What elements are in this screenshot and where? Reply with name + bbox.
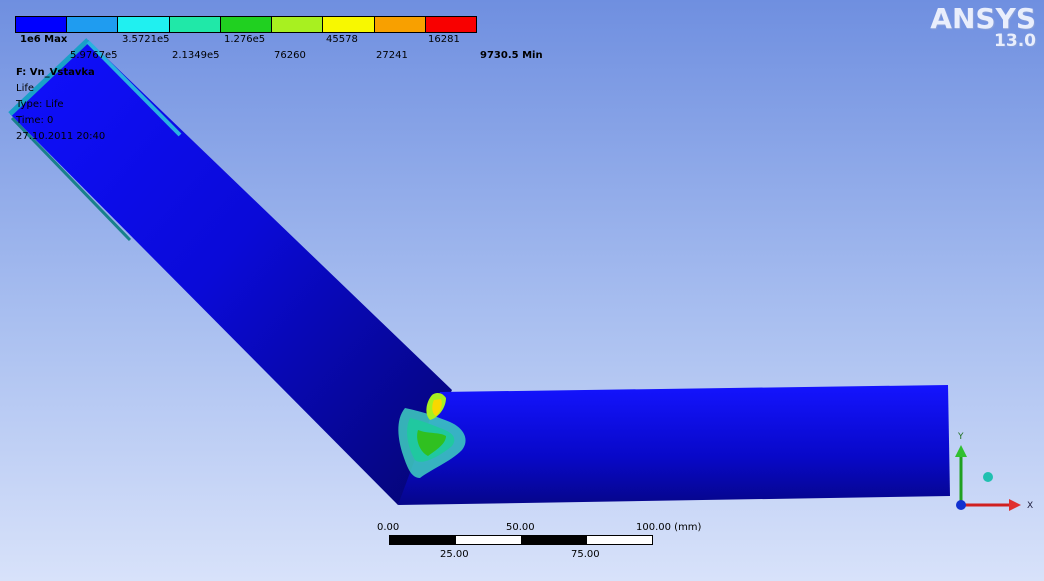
result-name: Life <box>16 83 35 94</box>
triad-y-label: Y <box>957 432 964 442</box>
legend-color-7 <box>323 17 375 32</box>
result-type: Type: Life <box>16 99 64 110</box>
legend-label: 16281 <box>428 34 460 45</box>
result-time: Time: 0 <box>16 115 54 126</box>
legend-label: 3.5721e5 <box>122 34 170 45</box>
scale-label: 25.00 <box>440 549 469 560</box>
legend-label: 1.276e5 <box>224 34 266 45</box>
legend-color-4 <box>169 17 221 32</box>
triad-x-label: X <box>1027 501 1033 511</box>
scale-label: 0.00 <box>377 522 400 533</box>
legend-label: 27241 <box>376 50 408 61</box>
graphics-viewport[interactable]: 1e6 Max 3.5721e5 1.276e5 45578 16281 5.9… <box>0 0 1044 581</box>
legend-color-9 <box>425 17 476 32</box>
scale-label: 50.00 <box>506 522 535 533</box>
scale-bar <box>389 535 653 545</box>
legend-label: 76260 <box>274 50 306 61</box>
bent-pipe-model[interactable] <box>0 0 1044 581</box>
legend-max-label: 1e6 Max <box>20 34 68 45</box>
result-timestamp: 27.10.2011 20:40 <box>16 131 106 142</box>
legend-label: 45578 <box>326 34 358 45</box>
contour-legend-bar <box>15 16 477 33</box>
isometric-view-ball <box>983 472 993 482</box>
legend-color-3 <box>118 17 170 32</box>
legend-label: 2.1349e5 <box>172 50 220 61</box>
diagonal-pipe-segment <box>10 40 452 505</box>
horizontal-pipe-segment <box>398 385 950 505</box>
legend-min-label: 9730.5 Min <box>480 50 543 61</box>
legend-color-5 <box>220 17 273 32</box>
legend-color-6 <box>272 17 324 32</box>
result-title: F: Vn_Vstavka <box>16 67 95 78</box>
legend-color-8 <box>374 17 426 32</box>
scale-label: 75.00 <box>571 549 600 560</box>
scale-label: 100.00 (mm) <box>636 522 702 533</box>
legend-color-1 <box>16 17 68 32</box>
ansys-logo: ANSYS 13.0 <box>930 2 1036 51</box>
legend-label: 5.9767e5 <box>70 50 118 61</box>
legend-color-2 <box>67 17 119 32</box>
coordinate-triad[interactable]: Y X <box>945 425 1040 520</box>
